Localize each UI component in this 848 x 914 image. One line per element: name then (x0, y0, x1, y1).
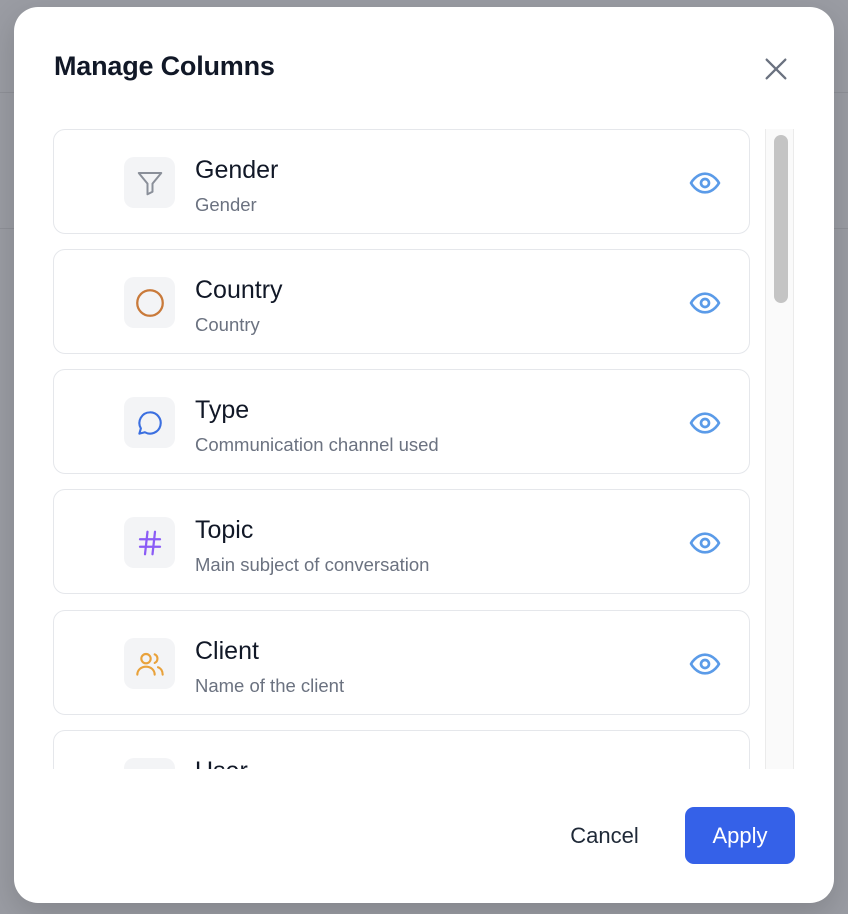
toggle-visibility-button[interactable] (686, 765, 724, 769)
eye-icon (689, 172, 721, 194)
column-name: Type (195, 396, 250, 424)
filter-icon (137, 171, 162, 195)
column-description: Name of the client (195, 675, 345, 696)
column-icon-box (124, 157, 175, 208)
close-icon (765, 58, 787, 80)
column-item-country[interactable]: Country Country (53, 249, 750, 354)
eye-icon (689, 532, 721, 554)
column-description: Communication channel used (195, 434, 439, 455)
column-icon-box (124, 517, 175, 568)
eye-icon (689, 412, 721, 434)
column-list[interactable]: Gender Gender Country Country Type Commu… (53, 129, 753, 769)
column-name: Client (195, 637, 259, 665)
column-item-user[interactable]: User (53, 730, 750, 769)
close-button[interactable] (756, 49, 796, 89)
hashtag-icon (138, 530, 161, 555)
column-description: Country (195, 314, 260, 335)
manage-columns-dialog: Manage Columns Gender Gender Country Cou… (14, 7, 834, 903)
column-description: Gender (195, 194, 257, 215)
column-name: Topic (195, 516, 254, 544)
cancel-button[interactable]: Cancel (546, 807, 663, 864)
column-name: User (195, 757, 248, 769)
dialog-title: Manage Columns (54, 51, 275, 81)
toggle-visibility-button[interactable] (686, 645, 724, 683)
toggle-visibility-button[interactable] (686, 524, 724, 562)
toggle-visibility-button[interactable] (686, 164, 724, 202)
circle-icon (135, 288, 164, 317)
column-item-topic[interactable]: Topic Main subject of conversation (53, 489, 750, 594)
column-item-gender[interactable]: Gender Gender (53, 129, 750, 234)
user-icon (135, 769, 165, 770)
eye-icon (689, 653, 721, 675)
scrollbar-track[interactable] (765, 129, 794, 769)
column-name: Country (195, 276, 283, 304)
eye-icon (689, 292, 721, 314)
column-icon-box (124, 638, 175, 689)
column-name: Gender (195, 156, 279, 184)
scrollbar-thumb[interactable] (774, 135, 788, 303)
column-item-type[interactable]: Type Communication channel used (53, 369, 750, 474)
chat-bubble-icon (137, 410, 162, 435)
column-icon-box (124, 758, 175, 769)
toggle-visibility-button[interactable] (686, 404, 724, 442)
apply-button[interactable]: Apply (685, 807, 795, 864)
eye-icon (689, 768, 721, 769)
users-icon (135, 652, 164, 676)
column-icon-box (124, 397, 175, 448)
toggle-visibility-button[interactable] (686, 284, 724, 322)
column-description: Main subject of conversation (195, 554, 430, 575)
column-item-client[interactable]: Client Name of the client (53, 610, 750, 715)
column-icon-box (124, 277, 175, 328)
